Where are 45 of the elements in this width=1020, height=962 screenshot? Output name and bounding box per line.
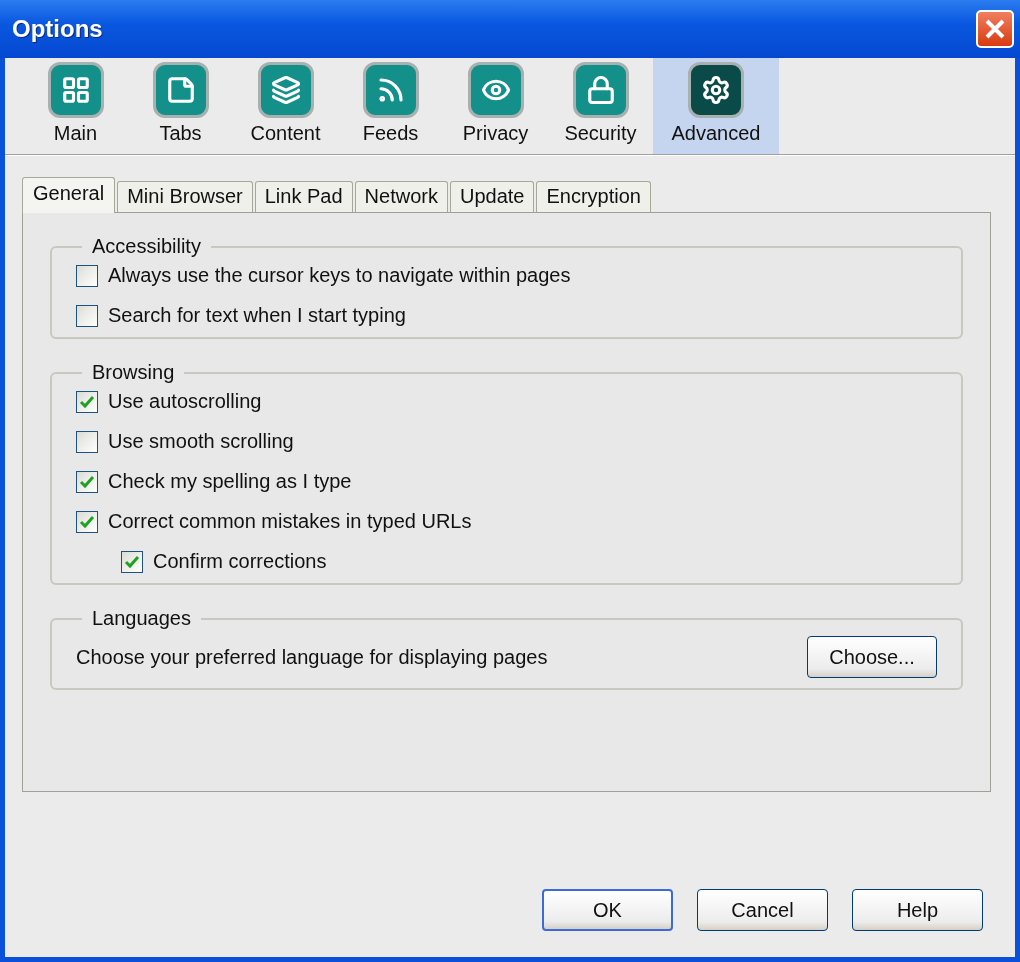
toolbar-item[interactable]: Security: [548, 58, 653, 154]
toolbar-item[interactable]: Tabs: [128, 58, 233, 154]
note-icon: [152, 62, 209, 118]
tab[interactable]: Mini Browser: [117, 181, 253, 212]
checkbox[interactable]: [121, 550, 143, 573]
description-text: Choose your preferred language for displaying pages: [76, 645, 548, 669]
tab[interactable]: General: [22, 177, 116, 213]
choose-button[interactable]: Choose...: [807, 636, 937, 678]
checkbox[interactable]: [76, 264, 98, 287]
layers-icon: [257, 62, 314, 118]
eye-icon: [467, 62, 524, 118]
toolbar-item[interactable]: Main: [23, 58, 128, 154]
dialog-button[interactable]: Cancel: [697, 889, 828, 931]
toolbar-item[interactable]: Content: [233, 58, 338, 154]
dialog-button[interactable]: Help: [852, 889, 983, 931]
group-title: Accessibility: [91, 235, 202, 258]
checkbox[interactable]: [76, 304, 98, 327]
checkbox-label[interactable]: Use autoscrolling: [108, 390, 262, 413]
lock-icon: [572, 62, 629, 118]
checkbox-label[interactable]: Search for text when I start typing: [108, 304, 406, 327]
checkbox-label[interactable]: Use smooth scrolling: [108, 430, 294, 453]
rss-icon: [362, 62, 419, 118]
toolbar-item[interactable]: Feeds: [338, 58, 443, 154]
toolbar-item[interactable]: Privacy: [443, 58, 548, 154]
window-title: Options: [12, 15, 103, 43]
tab[interactable]: Network: [354, 181, 448, 212]
dialog-button[interactable]: OK: [542, 889, 673, 931]
settings-icon: [688, 62, 744, 118]
tab[interactable]: Encryption: [536, 181, 651, 212]
close-button[interactable]: [976, 10, 1014, 48]
checkbox-label[interactable]: Confirm corrections: [153, 550, 327, 573]
close-icon: [984, 18, 1006, 40]
toolbar-item[interactable]: Advanced: [653, 58, 779, 154]
checkbox-label[interactable]: Check my spelling as I type: [108, 470, 352, 493]
group-title: Languages: [91, 607, 192, 630]
group-title: Browsing: [91, 361, 176, 384]
checkbox[interactable]: [76, 510, 98, 533]
checkbox[interactable]: [76, 470, 98, 493]
checkbox[interactable]: [76, 430, 98, 453]
grid-icon: [47, 62, 104, 118]
checkbox[interactable]: [76, 390, 98, 413]
tab[interactable]: Link Pad: [254, 181, 353, 212]
tab[interactable]: Update: [449, 181, 535, 212]
checkbox-label[interactable]: Always use the cursor keys to navigate within pages: [108, 264, 571, 287]
checkbox-label[interactable]: Correct common mistakes in typed URLs: [108, 510, 472, 533]
